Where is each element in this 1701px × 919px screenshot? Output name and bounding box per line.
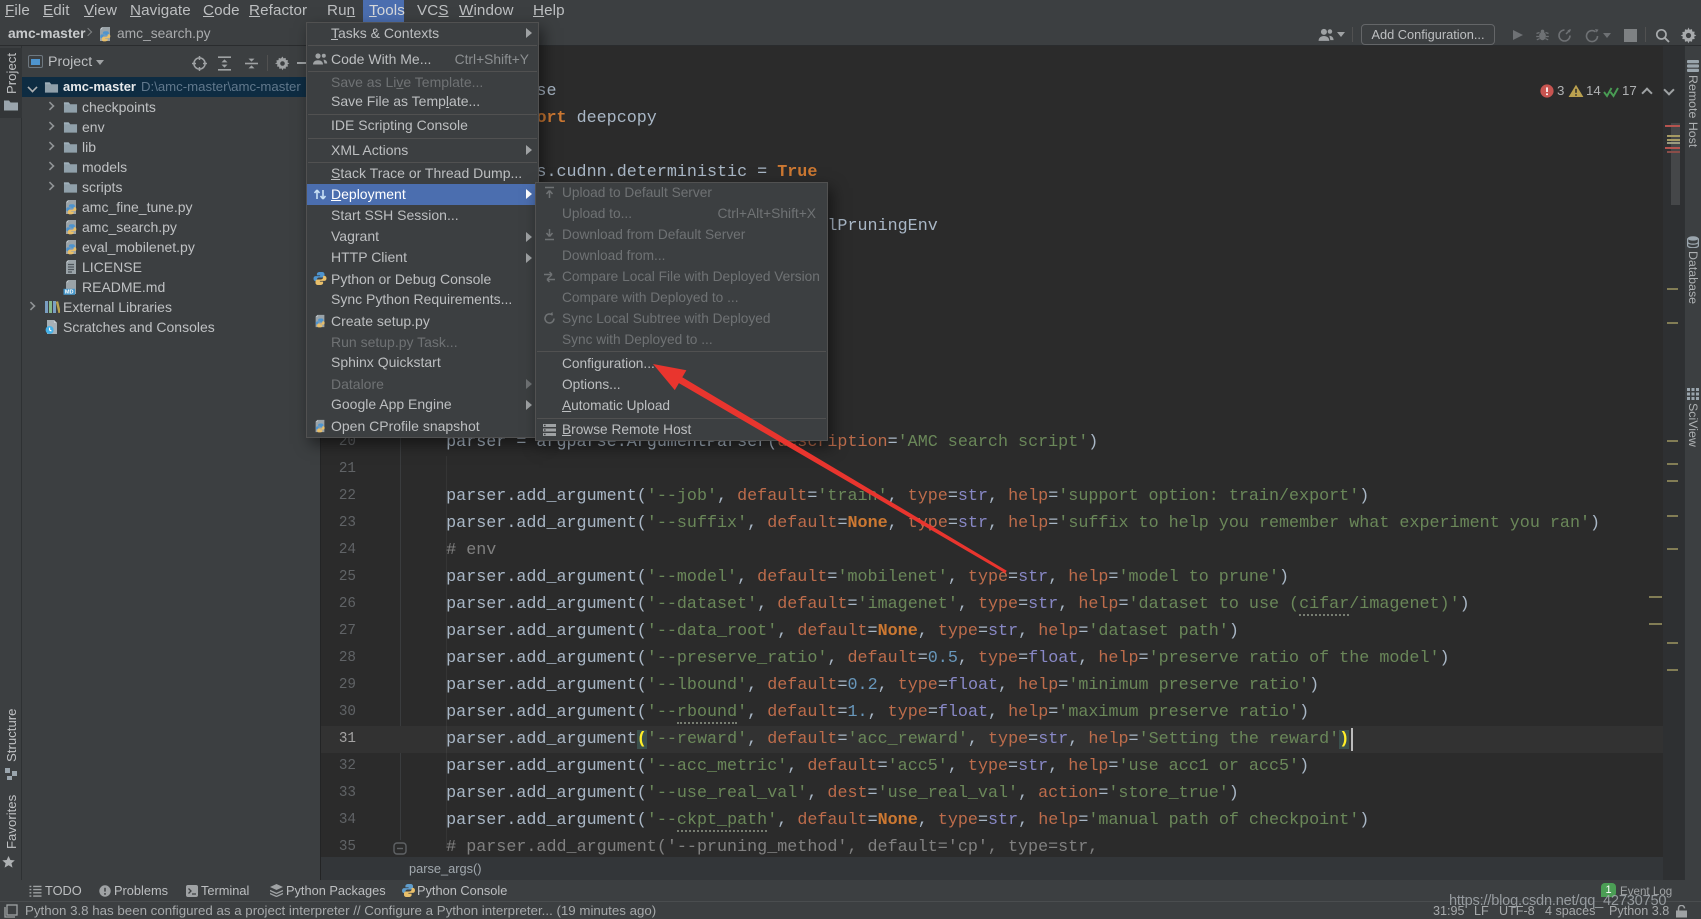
svg-text:MD: MD — [65, 290, 74, 295]
